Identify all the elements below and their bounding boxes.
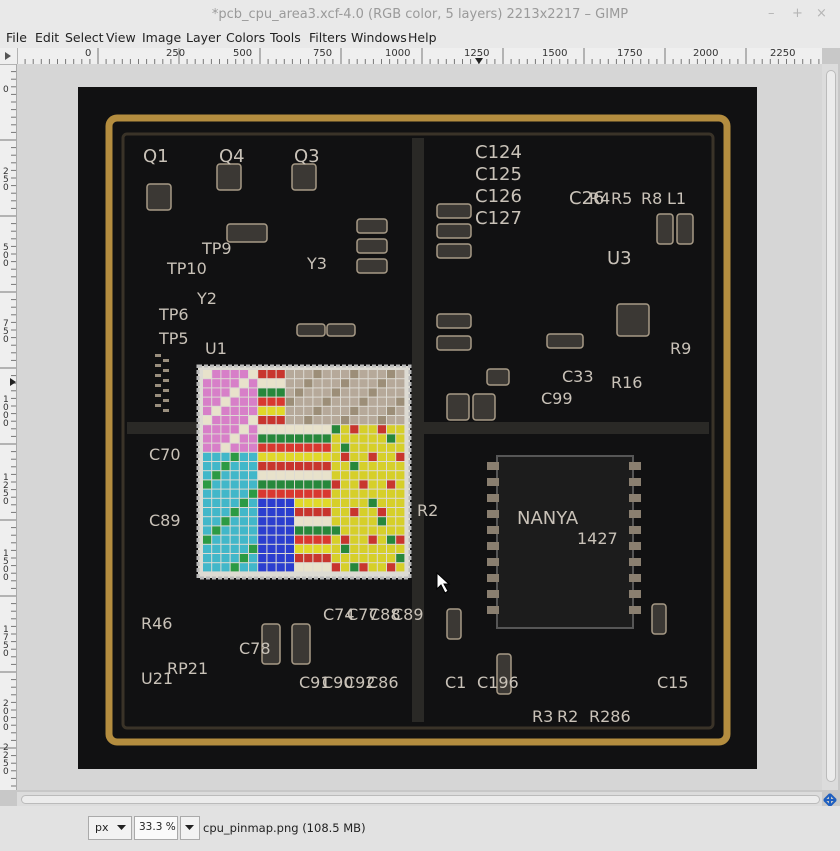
silkscreen-label: C89 <box>149 511 181 530</box>
silkscreen-label: C15 <box>657 673 689 692</box>
ruler-label: 2 5 0 <box>3 167 9 193</box>
silkscreen-label: Y2 <box>196 289 217 308</box>
silkscreen-label: Q4 <box>219 146 245 167</box>
maximize-button[interactable]: + <box>792 6 803 21</box>
silkscreen-label: 1427 <box>577 529 618 548</box>
menu-colors[interactable]: Colors <box>226 30 265 45</box>
menu-image[interactable]: Image <box>142 30 181 45</box>
silkscreen-label: R286 <box>589 707 631 726</box>
silkscreen-label: C33 <box>562 367 594 386</box>
silkscreen-label: NANYA <box>517 508 579 529</box>
silkscreen-label: R4 <box>589 189 610 208</box>
silkscreen-label: C196 <box>477 673 519 692</box>
silkscreen-label: R5 <box>611 189 632 208</box>
silkscreen-label: Q3 <box>294 146 320 167</box>
silkscreen-label: C99 <box>541 389 573 408</box>
chevron-down-icon <box>117 825 126 830</box>
silkscreen-label: C127 <box>475 208 522 229</box>
silkscreen-label: L1 <box>667 189 686 208</box>
unit-selector[interactable]: px <box>88 816 132 840</box>
minimize-button[interactable]: – <box>768 6 775 21</box>
menu-bar: File Edit Select View Image Layer Colors… <box>0 28 840 48</box>
chevron-down-icon <box>185 825 194 830</box>
silkscreen-label: R2 <box>557 707 578 726</box>
window-title: *pcb_cpu_area3.xcf-4.0 (RGB color, 5 lay… <box>211 7 629 22</box>
vertical-scrollbar[interactable] <box>822 64 838 790</box>
menu-windows[interactable]: Windows <box>351 30 407 45</box>
zoom-dropdown-button[interactable] <box>180 816 200 840</box>
vertical-ruler[interactable]: 0 2 5 0 5 0 0 7 5 0 1 0 0 0 1 2 5 0 1 5 … <box>0 64 17 790</box>
menu-help[interactable]: Help <box>408 30 437 45</box>
status-bar: px 33.3 % cpu_pinmap.png (108.5 MB) <box>0 806 840 851</box>
menu-file[interactable]: File <box>6 30 27 45</box>
ruler-label: 0 <box>3 85 9 95</box>
silkscreen-label: C78 <box>239 639 271 658</box>
silkscreen-label: TP5 <box>158 329 189 348</box>
silkscreen-label: TP6 <box>158 305 189 324</box>
menu-filters[interactable]: Filters <box>309 30 346 45</box>
menu-layer[interactable]: Layer <box>186 30 221 45</box>
horizontal-ruler[interactable]: 0 250 0 500 750 1000 1250 1500 1750 2000… <box>17 48 822 65</box>
ruler-label: 750 <box>313 48 333 59</box>
silkscreen-label: U1 <box>205 339 227 358</box>
menu-view[interactable]: View <box>106 30 136 45</box>
silkscreen-label: C70 <box>149 445 181 464</box>
ruler-label: 5 0 0 <box>3 243 9 269</box>
silkscreen-label: C125 <box>475 164 522 185</box>
pcb-image: Q1 Q4 Q3 TP10TP9 Y3 Y2 TP6 TP5 U1 C124C125C126C12… <box>78 87 757 769</box>
ruler-label: 1 0 0 0 <box>3 395 9 429</box>
ruler-label: 1 5 0 0 <box>3 549 9 583</box>
ruler-label: 0 <box>85 48 92 59</box>
title-bar: *pcb_cpu_area3.xcf-4.0 (RGB color, 5 lay… <box>0 0 840 28</box>
zoom-input[interactable]: 33.3 % <box>134 816 178 840</box>
silkscreen-label: TP10 <box>166 259 207 278</box>
silkscreen-label: R16 <box>611 373 642 392</box>
silkscreen-label: Q1 <box>143 146 169 167</box>
ruler-label: 1 2 5 0 <box>3 473 9 507</box>
silkscreen-label: Y3 <box>306 254 327 273</box>
silkscreen-label: C1 <box>445 673 466 692</box>
image-canvas[interactable]: Q1 Q4 Q3 TP10 TP9 Y3 Y2 TP6 TP5 U1 C124 C125 C126 C12… <box>17 64 822 790</box>
silkscreen-label: R2 <box>417 501 438 520</box>
menu-edit[interactable]: Edit <box>35 30 59 45</box>
silkscreen-label: R9 <box>670 339 691 358</box>
silkscreen-label: C124 <box>475 142 522 163</box>
menu-select[interactable]: Select <box>65 30 104 45</box>
close-button[interactable]: × <box>816 6 827 21</box>
ruler-label: 1250 <box>464 48 490 59</box>
ruler-label: 1000 <box>385 48 411 59</box>
ruler-label: 250 <box>166 48 186 59</box>
ruler-label: 1500 <box>542 48 568 59</box>
ruler-corner-button[interactable] <box>0 48 18 65</box>
silkscreen-label: RP21 <box>167 659 208 678</box>
status-file-info: cpu_pinmap.png (108.5 MB) <box>203 821 366 835</box>
silkscreen-label: U3 <box>607 248 632 269</box>
silkscreen-label: C126 <box>475 186 522 207</box>
unit-value: px <box>95 821 109 834</box>
silkscreen-label: R3 <box>532 707 553 726</box>
ruler-label: 2 0 0 0 <box>3 699 9 733</box>
silkscreen-label: R46 <box>141 614 172 633</box>
ruler-label: 1750 <box>617 48 643 59</box>
ruler-label: 500 <box>233 48 253 59</box>
zoom-value: 33.3 % <box>139 821 176 833</box>
silkscreen-label: C89 <box>392 605 424 624</box>
ruler-label: 2 2 5 0 <box>3 743 9 777</box>
ruler-label: 7 5 0 <box>3 319 9 345</box>
horizontal-scrollbar[interactable] <box>17 792 822 806</box>
silkscreen-label: C86 <box>367 673 399 692</box>
menu-tools[interactable]: Tools <box>270 30 301 45</box>
ruler-label: 2000 <box>693 48 719 59</box>
navigate-icon[interactable] <box>822 792 838 807</box>
ruler-label: 1 7 5 0 <box>3 625 9 659</box>
silkscreen-label: R8 <box>641 189 662 208</box>
ruler-label: 2250 <box>770 48 796 59</box>
silkscreen-label: TP9 <box>201 239 232 258</box>
